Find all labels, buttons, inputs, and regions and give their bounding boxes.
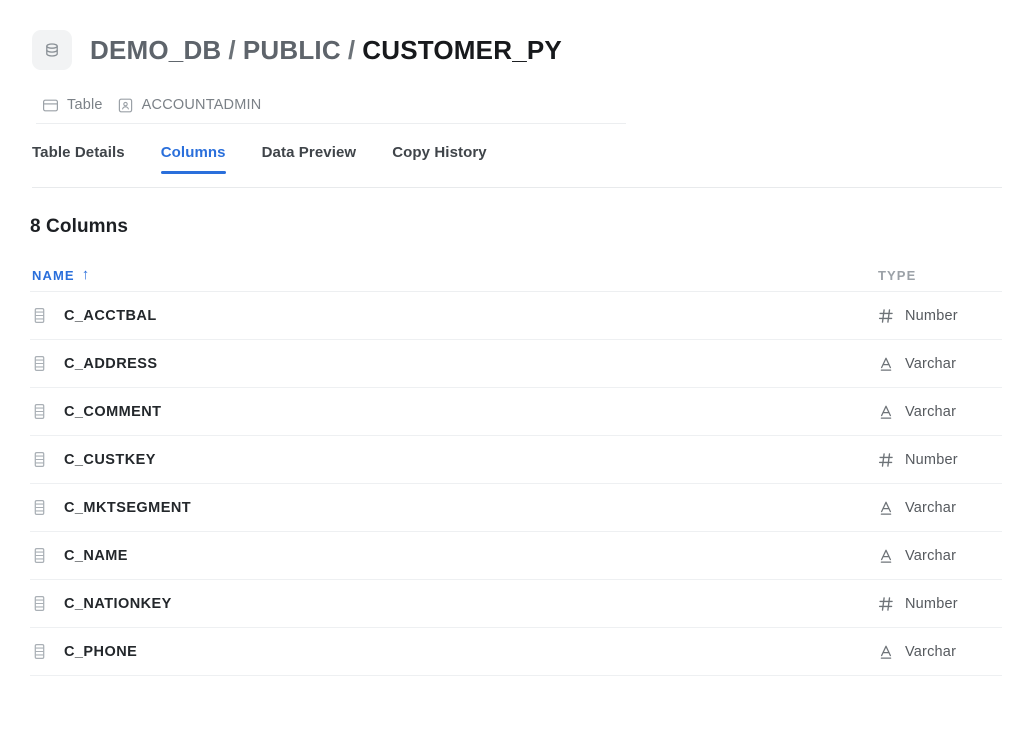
table-row-c-custkey[interactable]: C_CUSTKEY Number [30,436,1002,484]
cell-column-name: C_MKTSEGMENT [32,499,878,516]
cell-column-name: C_NATIONKEY [32,595,878,612]
table-details-page: DEMO_DB / PUBLIC / CUSTOMER_PY Table [0,0,1024,741]
column-type-label: Varchar [905,644,956,660]
column-type-label: Number [905,452,958,468]
column-icon [32,595,47,612]
column-type-label: Varchar [905,500,956,516]
table-row-c-address[interactable]: C_ADDRESS Varchar [30,340,1002,388]
object-type-label: Table [67,97,103,113]
column-icon [32,355,47,372]
cell-column-name: C_COMMENT [32,403,878,420]
table-row-c-comment[interactable]: C_COMMENT Varchar [30,388,1002,436]
column-header-type-label: TYPE [878,268,916,283]
column-name-label: C_MKTSEGMENT [64,500,191,516]
breadcrumb-database[interactable]: DEMO_DB [90,35,221,66]
text-a-icon [878,356,894,372]
cell-column-type: Varchar [878,548,1002,564]
cell-column-type: Varchar [878,500,1002,516]
column-icon [32,403,47,420]
column-header-type[interactable]: TYPE [878,268,1002,283]
object-type-pill: Table [42,97,103,114]
column-type-label: Number [905,596,958,612]
cell-column-name: C_PHONE [32,643,878,660]
columns-count-title: 8 Columns [30,216,1024,238]
table-row-c-acctbal[interactable]: C_ACCTBAL Number [30,292,1002,340]
column-header-name[interactable]: NAME ↑ [32,268,878,283]
cell-column-name: C_ACCTBAL [32,307,878,324]
cell-column-type: Number [878,596,1002,612]
column-type-label: Varchar [905,404,956,420]
column-name-label: C_PHONE [64,644,137,660]
owner-role-label: ACCOUNTADMIN [142,97,262,113]
table-row-c-phone[interactable]: C_PHONE Varchar [30,628,1002,676]
breadcrumb-object: CUSTOMER_PY [362,35,562,66]
column-icon [32,451,47,468]
breadcrumb: DEMO_DB / PUBLIC / CUSTOMER_PY [90,35,562,66]
cell-column-type: Varchar [878,356,1002,372]
table-header-row: NAME ↑ TYPE [30,260,1002,292]
column-header-name-label: NAME [32,268,75,283]
hash-icon [878,452,894,468]
cell-column-type: Number [878,308,1002,324]
table-row-c-nationkey[interactable]: C_NATIONKEY Number [30,580,1002,628]
column-type-label: Number [905,308,958,324]
hash-icon [878,596,894,612]
table-body: C_ACCTBAL Number C_ADDRESS Varchar [30,292,1002,676]
tab-copy-history[interactable]: Copy History [392,144,487,174]
cell-column-type: Varchar [878,404,1002,420]
breadcrumb-separator: / [348,35,355,66]
text-a-icon [878,548,894,564]
column-type-label: Varchar [905,356,956,372]
tab-table-details[interactable]: Table Details [32,144,125,174]
tab-columns[interactable]: Columns [161,144,226,174]
object-meta-row: Table ACCOUNTADMIN [36,86,626,124]
column-name-label: C_NAME [64,548,128,564]
cell-column-name: C_ADDRESS [32,355,878,372]
breadcrumb-schema[interactable]: PUBLIC [243,35,341,66]
column-name-label: C_CUSTKEY [64,452,156,468]
breadcrumb-separator: / [228,35,235,66]
database-icon [32,30,72,70]
column-icon [32,499,47,516]
cell-column-name: C_CUSTKEY [32,451,878,468]
cell-column-type: Varchar [878,644,1002,660]
tab-data-preview[interactable]: Data Preview [262,144,357,174]
column-icon [32,547,47,564]
cell-column-name: C_NAME [32,547,878,564]
table-row-c-name[interactable]: C_NAME Varchar [30,532,1002,580]
table-row-c-mktsegment[interactable]: C_MKTSEGMENT Varchar [30,484,1002,532]
column-name-label: C_COMMENT [64,404,162,420]
text-a-icon [878,404,894,420]
table-icon [42,97,59,114]
text-a-icon [878,644,894,660]
page-header: DEMO_DB / PUBLIC / CUSTOMER_PY [0,0,1024,72]
cell-column-type: Number [878,452,1002,468]
column-type-label: Varchar [905,548,956,564]
column-icon [32,643,47,660]
text-a-icon [878,500,894,516]
column-name-label: C_NATIONKEY [64,596,172,612]
columns-table: NAME ↑ TYPE C_ACCTBAL Number [30,260,1002,676]
role-badge-icon [117,97,134,114]
column-name-label: C_ACCTBAL [64,308,157,324]
owner-role-pill: ACCOUNTADMIN [117,97,262,114]
tab-bar: Table Details Columns Data Preview Copy … [0,144,1024,188]
sort-ascending-icon: ↑ [82,267,91,282]
column-icon [32,307,47,324]
hash-icon [878,308,894,324]
column-name-label: C_ADDRESS [64,356,158,372]
